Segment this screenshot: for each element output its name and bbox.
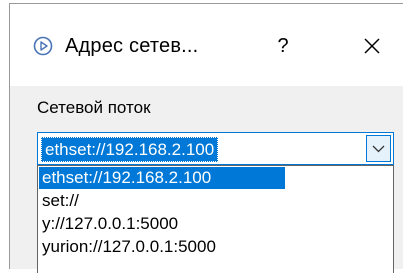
close-button[interactable] — [354, 30, 390, 62]
close-icon — [354, 38, 390, 66]
play-circle-icon — [33, 36, 53, 56]
dropdown-option-set[interactable]: set:// — [39, 190, 392, 212]
combobox-value[interactable]: ethset://192.168.2.100 — [41, 137, 219, 162]
stream-field-label: Сетевой поток — [37, 98, 151, 117]
dropdown-list: ethset://192.168.2.100 set:// y://127.0.… — [37, 165, 394, 273]
help-button[interactable]: ? — [265, 30, 301, 62]
title-bar: Адрес сетев... ? — [10, 4, 403, 86]
dialog-window: Адрес сетев... ? Сетевой поток ethset://… — [9, 3, 403, 273]
window-title: Адрес сетев... — [65, 35, 199, 57]
dropdown-option-y[interactable]: y://127.0.0.1:5000 — [39, 213, 392, 235]
dropdown-option-yurion[interactable]: yurion://127.0.0.1:5000 — [39, 236, 392, 258]
dropdown-toggle-button[interactable] — [366, 135, 391, 162]
chevron-down-icon — [367, 145, 390, 165]
dropdown-option-ethset[interactable]: ethset://192.168.2.100 — [39, 167, 285, 189]
stream-combobox[interactable]: ethset://192.168.2.100 — [37, 132, 394, 165]
